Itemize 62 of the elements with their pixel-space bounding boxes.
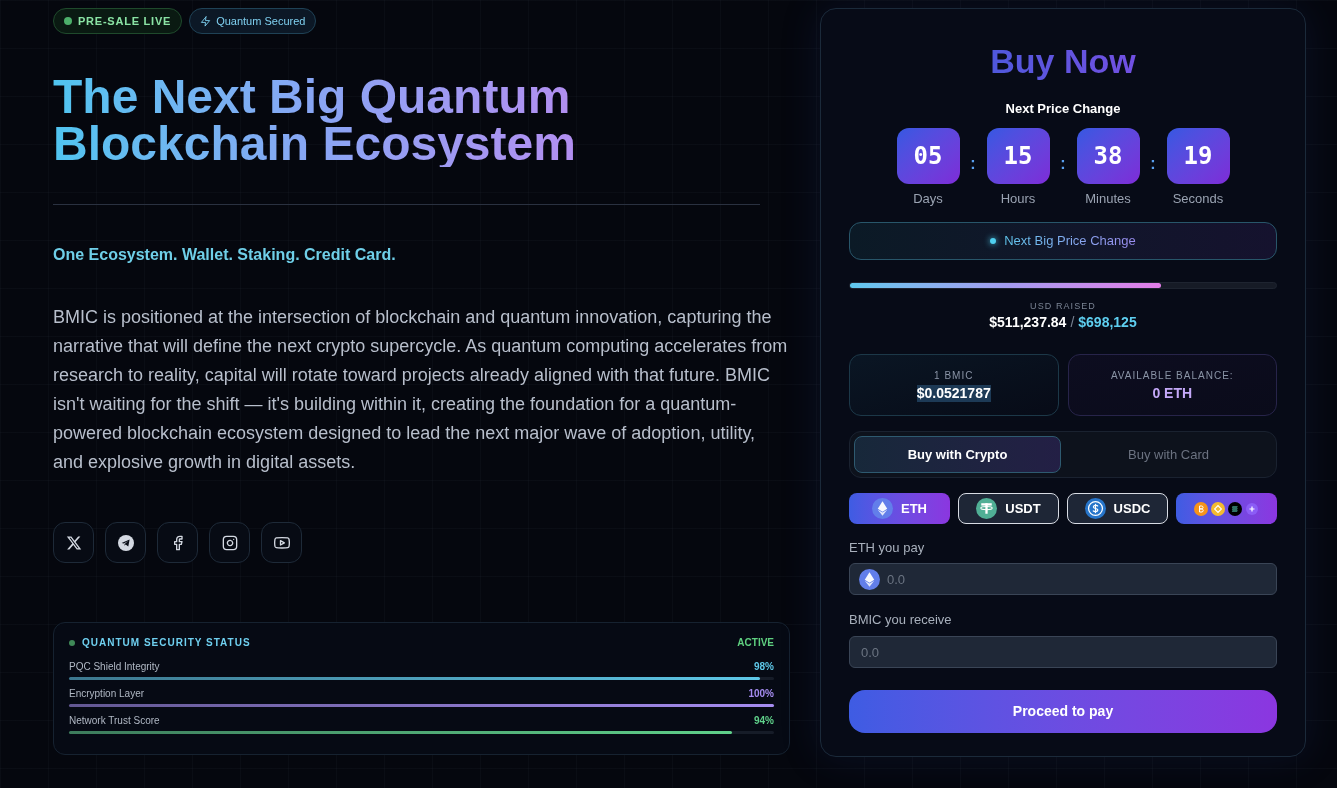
description: BMIC is positioned at the intersection of blockchain and quantum innovation, capturing the narrative that will define the next crypto supercycle. As quantum computing accelerates from research to reality, capital will rotate toward projects already aligned with that future. BMIC isn't waiting for the shift — it's building within it, creating the foundation for a quantum-powered blockchain ecosystem designed to lead the next major wave of adoption, utility, and explosive growth in digital assets. bbox=[53, 306, 789, 474]
tether-coin-icon bbox=[976, 498, 998, 519]
social-link-button[interactable] bbox=[261, 522, 302, 563]
ethereum-coin-icon bbox=[859, 568, 880, 590]
countdown-separator: : bbox=[1150, 156, 1156, 174]
price-label: 1 BMIC bbox=[934, 368, 974, 382]
metric-label: Network Trust Score bbox=[69, 714, 160, 728]
ethereum-coin-icon bbox=[872, 498, 893, 519]
status-label: ACTIVE bbox=[737, 636, 774, 650]
pay-field-label: ETH you pay bbox=[849, 540, 926, 556]
countdown-separator: : bbox=[970, 156, 976, 174]
raised-label: USD RAISED bbox=[1030, 300, 1096, 312]
currency-button[interactable]: USDC bbox=[1067, 493, 1168, 524]
social-link-button[interactable] bbox=[209, 522, 250, 563]
paper-plane-icon bbox=[117, 534, 134, 551]
raised-target: $698,125 bbox=[1078, 314, 1137, 331]
status-title: QUANTUM SECURITY STATUS bbox=[82, 636, 251, 650]
metric-value: 94% bbox=[754, 714, 774, 728]
presale-badge: PRE-SALE LIVE bbox=[53, 8, 183, 34]
social-link-button[interactable] bbox=[157, 522, 198, 563]
notice-text: Next Big Price Change bbox=[1004, 233, 1136, 249]
countdown-label: Hours bbox=[1000, 191, 1036, 207]
camera-icon bbox=[221, 534, 238, 551]
tagline: One Ecosystem. Wallet. Staking. Credit Card. bbox=[53, 245, 397, 265]
b-coin-icon bbox=[1194, 501, 1208, 516]
diamond-coin-icon bbox=[1211, 501, 1225, 516]
balance-value: 0 ETH bbox=[1152, 384, 1193, 402]
stripes-coin-icon bbox=[1228, 501, 1242, 516]
more-currencies-button[interactable] bbox=[1176, 493, 1277, 524]
play-icon bbox=[273, 534, 290, 551]
countdown-label: Minutes bbox=[1085, 191, 1131, 207]
countdown-separator: : bbox=[1060, 156, 1066, 174]
plus-icon bbox=[1245, 501, 1259, 516]
metric-value: 98% bbox=[754, 660, 774, 674]
currency-button[interactable]: ETH bbox=[849, 493, 950, 524]
countdown-label: Seconds bbox=[1172, 191, 1224, 207]
payment-tab[interactable]: Buy with Card bbox=[1065, 436, 1272, 473]
receive-amount-field[interactable]: 0.0 bbox=[849, 636, 1277, 668]
lightning-icon bbox=[200, 15, 212, 27]
x-logo-icon bbox=[65, 534, 82, 551]
social-link-button[interactable] bbox=[53, 522, 94, 563]
raised-separator: / bbox=[1070, 314, 1075, 331]
countdown-label: Days bbox=[913, 191, 943, 207]
payment-tab[interactable]: Buy with Crypto bbox=[854, 436, 1061, 473]
price-value: $0.0521787 bbox=[916, 384, 991, 402]
countdown-value: 05 bbox=[896, 128, 960, 184]
balance-label: AVAILABLE BALANCE: bbox=[1110, 368, 1234, 382]
security-badge: Quantum Secured bbox=[189, 8, 317, 34]
currency-button[interactable]: USDT bbox=[958, 493, 1059, 524]
countdown-value: 19 bbox=[1166, 128, 1230, 184]
receive-field-label: BMIC you receive bbox=[849, 612, 953, 628]
metric-value: 100% bbox=[748, 687, 774, 701]
dollar-coin-icon bbox=[1084, 498, 1106, 519]
social-link-button[interactable] bbox=[105, 522, 146, 563]
countdown-value: 38 bbox=[1076, 128, 1140, 184]
proceed-button[interactable]: Proceed to pay bbox=[849, 690, 1277, 733]
countdown-title: Next Price Change bbox=[1005, 101, 1121, 117]
raised-amount: $511,237.84 bbox=[989, 314, 1067, 331]
metric-label: Encryption Layer bbox=[69, 687, 145, 701]
metric-label: PQC Shield Integrity bbox=[69, 660, 160, 674]
countdown-value: 15 bbox=[986, 128, 1050, 184]
pay-amount-field[interactable]: 0.0 bbox=[849, 563, 1277, 595]
